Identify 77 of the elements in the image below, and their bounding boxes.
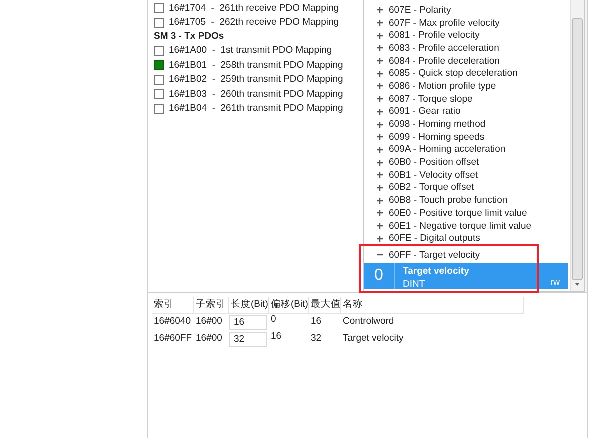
entry-name: Target velocity bbox=[403, 266, 470, 277]
tree-item[interactable]: 609A - Homing acceleration bbox=[389, 144, 506, 156]
plus-icon[interactable] bbox=[377, 210, 383, 216]
tree-item[interactable]: 6084 - Profile deceleration bbox=[389, 56, 500, 67]
column-header[interactable]: 最大值 bbox=[309, 297, 341, 314]
plus-icon[interactable] bbox=[377, 96, 383, 102]
plus-icon[interactable] bbox=[377, 184, 383, 191]
table-cell-text: 32 bbox=[310, 332, 323, 346]
checkbox[interactable] bbox=[154, 60, 164, 70]
checkbox[interactable] bbox=[154, 18, 164, 28]
plus-icon[interactable] bbox=[377, 83, 383, 90]
table-cell-text: Controlword bbox=[342, 315, 396, 329]
tree-item[interactable]: 60B2 - Torque offset bbox=[389, 182, 474, 194]
checkbox[interactable] bbox=[154, 46, 164, 56]
plus-icon[interactable] bbox=[377, 70, 383, 77]
pdo-item[interactable]: 16#1704 - 261th receive PDO Mapping bbox=[169, 2, 340, 14]
tree-item[interactable]: 6085 - Quick stop deceleration bbox=[389, 68, 518, 80]
plus-icon[interactable] bbox=[377, 134, 383, 140]
table-cell-text: 16#00 bbox=[195, 332, 224, 346]
tree-item[interactable]: 60E0 - Positive torque limit value bbox=[389, 208, 528, 219]
plus-icon[interactable] bbox=[377, 45, 383, 52]
pdo-item[interactable]: 16#1705 - 262th receive PDO Mapping bbox=[169, 17, 340, 28]
plus-icon[interactable] bbox=[377, 160, 383, 166]
plus-icon[interactable] bbox=[377, 58, 383, 64]
section-header: SM 3 - Tx PDOs bbox=[154, 30, 224, 44]
checkbox[interactable] bbox=[154, 74, 164, 85]
plus-icon[interactable] bbox=[377, 122, 383, 128]
tree-item[interactable]: 60E1 - Negative torque limit value bbox=[389, 220, 532, 232]
pdo-item[interactable]: 16#1A00 - 1st transmit PDO Mapping bbox=[169, 45, 332, 56]
length-field[interactable]: 32 bbox=[229, 332, 267, 347]
plus-icon[interactable] bbox=[377, 236, 383, 242]
table-cell-text: 16#00 bbox=[195, 315, 224, 329]
pdo-item[interactable]: 16#1B03 - 260th transmit PDO Mapping bbox=[169, 88, 344, 100]
tree-item[interactable]: 6083 - Profile acceleration bbox=[389, 42, 500, 54]
table-cell-text: 16#6040 bbox=[153, 315, 192, 329]
plus-icon[interactable] bbox=[377, 223, 383, 230]
minus-icon[interactable] bbox=[377, 252, 383, 258]
tree-item[interactable]: 60B1 - Velocity offset bbox=[389, 170, 478, 181]
table-cell-text: 16#60FF bbox=[153, 332, 194, 346]
tree-item[interactable]: 60B8 - Touch probe function bbox=[389, 195, 508, 206]
pdo-item[interactable]: 16#1B01 - 258th transmit PDO Mapping bbox=[169, 60, 344, 71]
length-field[interactable]: 16 bbox=[229, 315, 267, 330]
access-label: rw bbox=[550, 276, 561, 289]
column-header[interactable]: 子索引 bbox=[194, 297, 229, 314]
checkbox[interactable] bbox=[154, 89, 164, 100]
pdo-item[interactable]: 16#1B02 - 259th transmit PDO Mapping bbox=[169, 74, 344, 86]
tree-item[interactable]: 607E - Polarity bbox=[389, 4, 452, 16]
tree-item[interactable]: 607F - Max profile velocity bbox=[389, 18, 500, 29]
tree-item[interactable]: 6099 - Homing speeds bbox=[389, 132, 485, 143]
tree-item[interactable]: 6098 - Homing method bbox=[389, 119, 486, 130]
table-cell-text: 0 bbox=[270, 314, 278, 327]
column-header[interactable]: 偏移(Bit) bbox=[269, 297, 309, 314]
plus-icon[interactable] bbox=[377, 32, 383, 39]
plus-icon[interactable] bbox=[377, 146, 383, 153]
tree-item[interactable]: 60FE - Digital outputs bbox=[389, 233, 480, 244]
subindex-number: 0 bbox=[364, 262, 395, 289]
tree-item[interactable]: 60B0 - Position offset bbox=[389, 157, 480, 168]
column-header[interactable]: 索引 bbox=[152, 297, 194, 314]
tree-item[interactable]: 6081 - Profile velocity bbox=[389, 30, 480, 42]
tree-item[interactable]: 6086 - Motion profile type bbox=[389, 80, 496, 92]
scrollbar[interactable] bbox=[570, 0, 584, 291]
tree-item[interactable]: 6091 - Gear ratio bbox=[389, 106, 461, 118]
column-header[interactable]: 长度(Bit) bbox=[229, 297, 269, 314]
plus-icon[interactable] bbox=[377, 108, 383, 115]
checkbox[interactable] bbox=[154, 104, 164, 114]
plus-icon[interactable] bbox=[377, 7, 383, 14]
checkbox[interactable] bbox=[154, 3, 164, 14]
plus-icon[interactable] bbox=[377, 20, 383, 26]
table-cell-text: 16 bbox=[270, 331, 283, 344]
entry-type: DINT bbox=[403, 278, 426, 290]
plus-icon[interactable] bbox=[377, 172, 383, 178]
plus-icon[interactable] bbox=[377, 198, 383, 204]
table-cell-text: 16 bbox=[310, 315, 323, 329]
tree-item[interactable]: 60FF - Target velocity bbox=[389, 250, 480, 261]
pdo-item[interactable]: 16#1B04 - 261th transmit PDO Mapping bbox=[169, 103, 344, 114]
tree-item[interactable]: 6087 - Torque slope bbox=[389, 94, 473, 105]
column-header[interactable]: 名称 bbox=[341, 297, 524, 314]
